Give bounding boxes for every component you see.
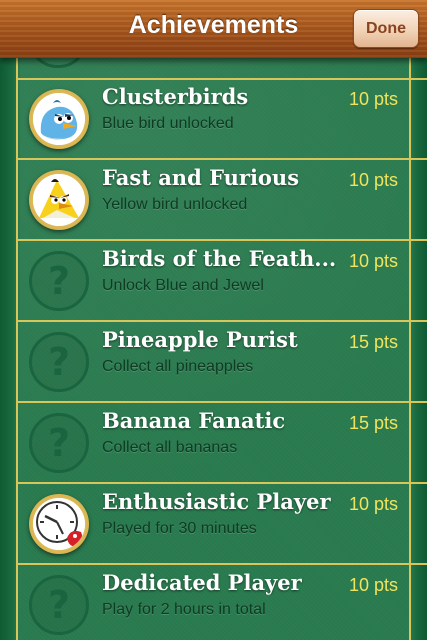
achievement-row-5[interactable]: ? Banana Fanatic Collect all bananas 15 … xyxy=(17,404,427,484)
achievement-title: Birds of the Feath... xyxy=(102,246,337,271)
achievement-title: Fast and Furious xyxy=(102,165,300,190)
row-divider xyxy=(17,401,427,403)
row-divider xyxy=(17,239,427,241)
achievement-title: Pineapple Purist xyxy=(102,327,298,352)
achievement-points: 10 pts xyxy=(348,575,398,595)
achievement-badge xyxy=(29,170,89,230)
achievement-title: Banana Fanatic xyxy=(102,408,286,433)
achievement-badge: ? xyxy=(29,332,89,392)
achievement-row-1[interactable]: Clusterbirds Blue bird unlocked 10 pts xyxy=(17,80,427,160)
achievement-description: Collect all pineapples xyxy=(102,358,254,375)
achievement-description: Blue bird unlocked xyxy=(102,115,234,132)
achievement-badge: ? xyxy=(29,575,89,635)
achievement-points: 10 pts xyxy=(348,251,398,271)
achievement-points: 10 pts xyxy=(348,494,398,514)
achievement-row-6[interactable]: Enthusiastic Player Played for 30 minute… xyxy=(17,485,427,565)
achievement-row-7[interactable]: ? Dedicated Player Play for 2 hours in t… xyxy=(17,566,410,640)
achievement-description: Played for 30 minutes xyxy=(102,520,257,537)
achievement-badge xyxy=(29,494,89,554)
clock-icon xyxy=(33,498,85,550)
achievement-badge: ? xyxy=(29,251,89,311)
achievement-badge: ? xyxy=(29,413,89,473)
row-divider xyxy=(17,320,427,322)
achievement-row-4[interactable]: ? Pineapple Purist Collect all pineapple… xyxy=(17,323,427,403)
achievement-description: Collect all bananas xyxy=(102,439,238,456)
achievement-points: 10 pts xyxy=(348,89,398,109)
done-button[interactable]: Done xyxy=(353,9,419,48)
achievement-description: Yellow bird unlocked xyxy=(102,196,248,213)
achievement-row-3[interactable]: ? Birds of the Feath... Unlock Blue and … xyxy=(17,242,427,322)
achievement-description: Unlock Blue and Jewel xyxy=(102,277,264,294)
achievement-points: 15 pts xyxy=(348,413,398,433)
row-divider xyxy=(17,563,427,565)
blue-bird-icon xyxy=(33,93,85,145)
achievement-row-2[interactable]: Fast and Furious Yellow bird unlocked 10… xyxy=(17,161,427,241)
row-divider xyxy=(17,482,427,484)
achievement-description: Play for 2 hours in total xyxy=(102,601,266,618)
achievements-screen: Clusterbirds Blue bird unlocked 10 pts F… xyxy=(0,0,427,640)
nav-bar: Achievements Done xyxy=(0,0,427,58)
achievement-points: 10 pts xyxy=(348,170,398,190)
achievement-badge xyxy=(29,89,89,149)
achievement-title: Dedicated Player xyxy=(102,570,302,595)
achievement-points: 15 pts xyxy=(348,332,398,352)
row-divider xyxy=(17,158,427,160)
achievement-title: Enthusiastic Player xyxy=(102,489,331,514)
yellow-bird-icon xyxy=(33,174,85,226)
achievement-title: Clusterbirds xyxy=(102,84,249,109)
